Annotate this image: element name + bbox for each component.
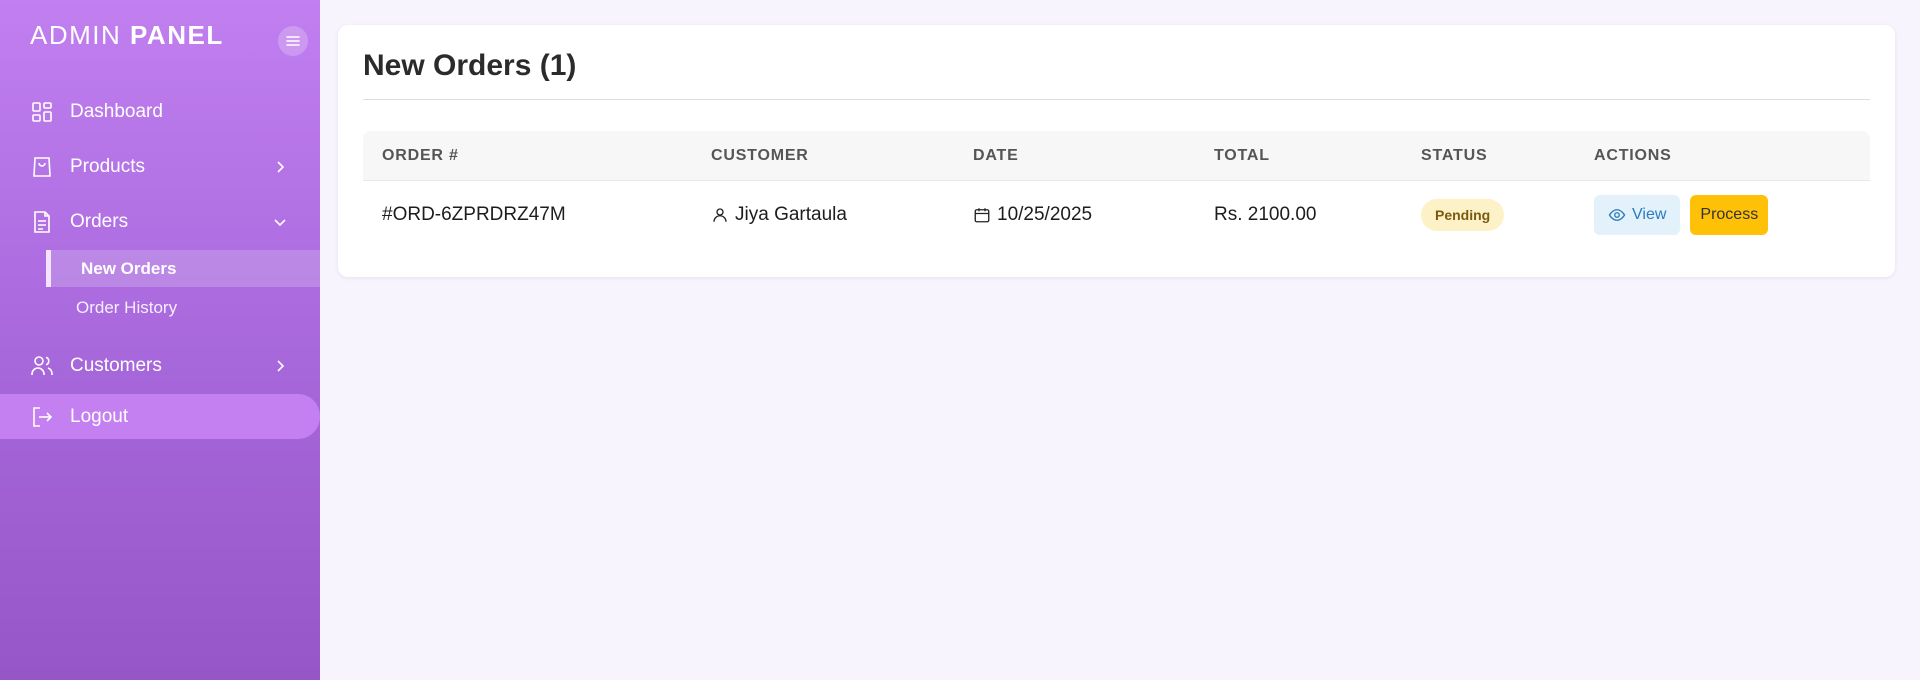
orders-card: New Orders (1) ORDER # CUSTOMER DATE TOT… xyxy=(338,25,1895,277)
shopping-bag-icon xyxy=(33,157,51,177)
table-header: ORDER # CUSTOMER DATE TOTAL STATUS ACTIO… xyxy=(363,131,1870,181)
view-button-label: View xyxy=(1632,206,1667,223)
sidebar-item-orders[interactable]: Orders xyxy=(0,200,320,244)
chevron-right-icon xyxy=(277,161,285,173)
column-header-actions: ACTIONS xyxy=(1594,147,1672,164)
menu-icon xyxy=(286,36,300,46)
sidebar-item-label: Customers xyxy=(70,355,162,376)
status-cell: Pending xyxy=(1421,181,1505,249)
status-badge: Pending xyxy=(1421,199,1505,231)
column-header-order: ORDER # xyxy=(382,147,459,164)
logout-button[interactable]: Logout xyxy=(0,394,320,439)
title-divider xyxy=(363,99,1870,100)
brand-logo: ADMIN PANEL xyxy=(30,20,224,51)
customer-name: Jiya Gartaula xyxy=(735,204,847,225)
page-title: New Orders (1) xyxy=(363,49,577,82)
grid-icon xyxy=(32,102,52,122)
sidebar-subitem-new-orders[interactable]: New Orders xyxy=(46,250,320,287)
order-date: 10/25/2025 xyxy=(997,204,1093,225)
process-button[interactable]: Process xyxy=(1690,195,1769,235)
sidebar-subitem-label: New Orders xyxy=(81,258,177,278)
sidebar-subitem-order-history[interactable]: Order History xyxy=(76,298,177,324)
column-header-status: STATUS xyxy=(1421,147,1488,164)
view-button[interactable]: View xyxy=(1594,195,1681,235)
users-icon xyxy=(31,356,53,375)
column-header-customer: CUSTOMER xyxy=(711,147,809,164)
process-button-label: Process xyxy=(1700,206,1759,223)
calendar-icon xyxy=(974,208,990,223)
document-icon xyxy=(34,211,50,233)
sidebar: ADMIN PANEL Dashboard Products Orders Ne… xyxy=(0,0,320,680)
brand-light: ADMIN xyxy=(30,20,122,50)
table-row: #ORD-6ZPRDRZ47M Jiya Gartaula 10/25/2025… xyxy=(363,181,1870,249)
sidebar-item-label: Orders xyxy=(70,211,129,232)
chevron-right-icon xyxy=(277,360,285,372)
sidebar-item-label: Products xyxy=(70,156,145,177)
sidebar-toggle-button[interactable] xyxy=(278,26,308,56)
chevron-down-icon xyxy=(274,219,286,227)
eye-icon xyxy=(1608,209,1626,221)
column-header-total: TOTAL xyxy=(1214,147,1270,164)
user-icon xyxy=(713,208,727,222)
order-number: #ORD-6ZPRDRZ47M xyxy=(382,204,566,225)
brand-bold: PANEL xyxy=(130,20,224,50)
date-cell: 10/25/2025 xyxy=(973,181,1092,249)
actions-cell: View Process xyxy=(1594,181,1769,249)
column-header-date: DATE xyxy=(973,147,1019,164)
order-total: Rs. 2100.00 xyxy=(1214,204,1317,225)
logout-label: Logout xyxy=(70,405,129,427)
sidebar-item-dashboard[interactable]: Dashboard xyxy=(0,90,320,134)
logout-icon xyxy=(33,406,53,427)
sidebar-item-customers[interactable]: Customers xyxy=(0,344,320,388)
orders-table: ORDER # CUSTOMER DATE TOTAL STATUS ACTIO… xyxy=(363,131,1870,249)
sidebar-item-products[interactable]: Products xyxy=(0,145,320,189)
customer-cell: Jiya Gartaula xyxy=(711,181,847,249)
sidebar-item-label: Dashboard xyxy=(70,101,163,122)
